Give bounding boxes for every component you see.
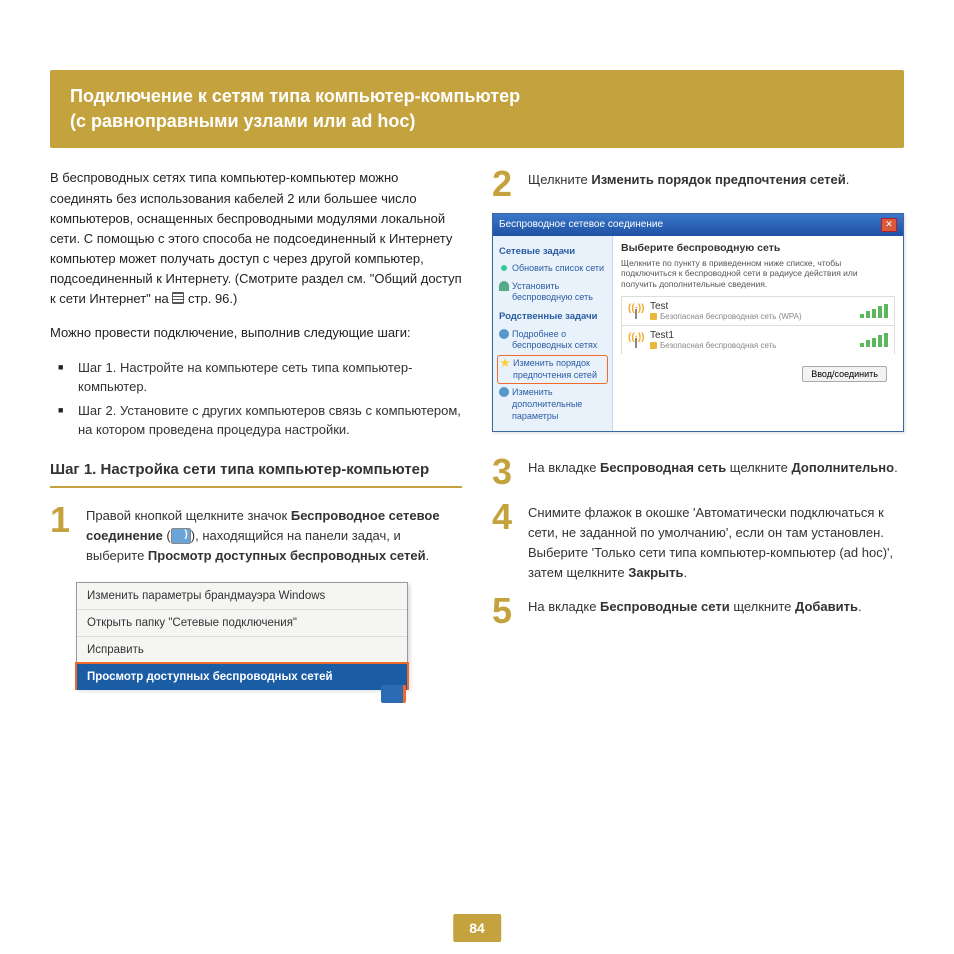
network-item[interactable]: ((⋅)) Test Безопасная беспроводная сеть … [621,296,895,325]
intro-text: В беспроводных сетях типа компьютер-комп… [50,170,462,306]
step-number-1: 1 [50,504,78,536]
page-number: 84 [453,914,501,942]
intro-paragraph: В беспроводных сетях типа компьютер-комп… [50,168,462,309]
divider [50,486,462,488]
menu-item[interactable]: Изменить параметры брандмауэра Windows [77,583,407,610]
step-4-text: Снимите флажок в окошке 'Автоматически п… [528,501,904,584]
wireless-tray-icon [381,685,406,703]
gear-icon [499,387,509,397]
step-number-4: 4 [492,501,520,533]
section-banner: Подключение к сетям типа компьютер-компь… [50,70,904,148]
step-4: 4 Снимите флажок в окошке 'Автоматически… [492,501,904,584]
menu-item[interactable]: Открыть папку "Сетевые подключения" [77,610,407,637]
dialog-main-heading: Выберите беспроводную сеть [621,242,895,254]
banner-line-1: Подключение к сетям типа компьютер-компь… [70,84,884,109]
intro-pageref: стр. 96.) [188,291,237,306]
close-icon[interactable]: ✕ [881,218,897,232]
page-ref-icon [172,292,184,304]
step-number-3: 3 [492,456,520,488]
right-column: 2 Щелкните Изменить порядок предпочтения… [492,168,904,706]
list-item: Шаг 2. Установите с других компьютеров с… [70,401,462,440]
dialog-main-subtext: Щелкните по пункту в приведенном ниже сп… [621,258,895,290]
sidebar-link-change-order[interactable]: Изменить порядок предпочтения сетей [497,355,608,384]
context-menu-screenshot: Изменить параметры брандмауэра Windows О… [76,582,408,689]
sidebar-header: Родственные задачи [499,311,606,323]
signal-bars-icon [860,304,888,318]
dialog-title: Беспроводное сетевое соединение [499,219,663,230]
steps-intro: Можно провести подключение, выполнив сле… [50,323,462,343]
antenna-icon: ((⋅)) [628,332,644,348]
step-5: 5 На вкладке Беспроводные сети щелкните … [492,595,904,627]
network-item[interactable]: ((⋅)) Test1 Безопасная беспроводная сеть [621,325,895,354]
left-column: В беспроводных сетях типа компьютер-комп… [50,168,462,706]
step-2-text: Щелкните Изменить порядок предпочтения с… [528,168,904,190]
network-name: Test1 [650,330,854,341]
step-number-5: 5 [492,595,520,627]
lock-icon [650,313,657,320]
list-item: Шаг 1. Настройте на компьютере сеть типа… [70,358,462,397]
star-icon [500,358,510,368]
step-1-text: Правой кнопкой щелкните значок Беспровод… [86,504,462,566]
sidebar-link-advanced[interactable]: Изменить дополнительные параметры [499,384,606,425]
steps-list: Шаг 1. Настройте на компьютере сеть типа… [50,358,462,440]
banner-line-2: (с равноправными узлами или ad hoc) [70,109,884,134]
step-3: 3 На вкладке Беспроводная сеть щелкните … [492,456,904,488]
home-icon [499,281,509,291]
wireless-dialog-screenshot: Беспроводное сетевое соединение ✕ Сетевы… [492,213,904,433]
info-icon [499,329,509,339]
antenna-icon: ((⋅)) [628,303,644,319]
menu-item[interactable]: Исправить [77,637,407,664]
step-2: 2 Щелкните Изменить порядок предпочтения… [492,168,904,200]
network-security: Безопасная беспроводная сеть [660,341,776,350]
dialog-sidebar: Сетевые задачи Обновить список сети Уста… [493,236,613,432]
network-security: Безопасная беспроводная сеть (WPA) [660,312,802,321]
refresh-icon [499,263,509,273]
dialog-footer: Ввод/соединить [621,354,895,388]
dialog-titlebar: Беспроводное сетевое соединение ✕ [493,214,903,236]
wireless-tray-icon [171,528,191,544]
tray-icon-row [50,685,406,706]
sidebar-link-about[interactable]: Подробнее о беспроводных сетях [499,326,606,355]
step-5-text: На вкладке Беспроводные сети щелкните До… [528,595,904,617]
lock-icon [650,342,657,349]
step-number-2: 2 [492,168,520,200]
step1-title: Шаг 1. Настройка сети типа компьютер-ком… [50,460,462,480]
sidebar-link-setup[interactable]: Установить беспроводную сеть [499,278,606,307]
connect-button[interactable]: Ввод/соединить [802,366,887,382]
signal-bars-icon [860,333,888,347]
step-1: 1 Правой кнопкой щелкните значок Беспров… [50,504,462,566]
step-3-text: На вкладке Беспроводная сеть щелкните До… [528,456,904,478]
sidebar-header: Сетевые задачи [499,246,606,258]
dialog-main: Выберите беспроводную сеть Щелкните по п… [613,236,903,432]
network-name: Test [650,301,854,312]
sidebar-link-refresh[interactable]: Обновить список сети [499,260,606,278]
